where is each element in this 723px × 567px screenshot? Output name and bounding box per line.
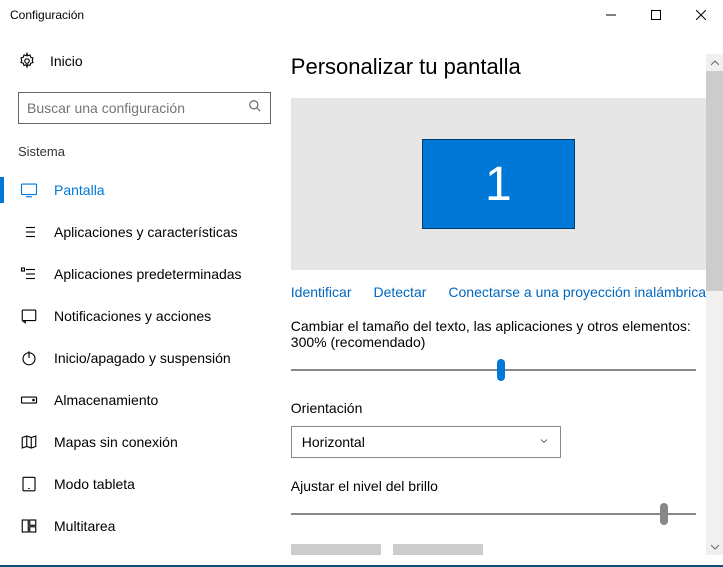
home-label: Inicio xyxy=(50,53,83,69)
apply-button[interactable]: Aplicar xyxy=(291,544,381,555)
chevron-down-icon xyxy=(538,434,550,450)
notification-icon xyxy=(20,307,38,325)
sidebar-item-label: Almacenamiento xyxy=(54,392,158,408)
sidebar-item-label: Inicio/apagado y suspensión xyxy=(54,350,231,366)
brightness-label: Ajustar el nivel del brillo xyxy=(291,478,706,494)
sidebar-item-storage[interactable]: Almacenamiento xyxy=(18,379,271,421)
slider-thumb[interactable] xyxy=(660,503,668,525)
wireless-link[interactable]: Conectarse a una proyección inalámbrica xyxy=(448,284,706,300)
search-field[interactable] xyxy=(27,100,248,116)
storage-icon xyxy=(20,391,38,409)
tablet-icon xyxy=(20,475,38,493)
slider-thumb[interactable] xyxy=(497,359,505,381)
list-icon xyxy=(20,223,38,241)
scale-label: Cambiar el tamaño del texto, las aplicac… xyxy=(291,318,706,350)
sidebar-item-maps[interactable]: Mapas sin conexión xyxy=(18,421,271,463)
titlebar: Configuración xyxy=(0,0,723,30)
multitask-icon xyxy=(20,517,38,535)
sidebar-item-label: Notificaciones y acciones xyxy=(54,308,211,324)
section-label: Sistema xyxy=(18,144,271,159)
sidebar-item-label: Mapas sin conexión xyxy=(54,434,178,450)
scroll-thumb[interactable] xyxy=(706,71,723,291)
page-title: Personalizar tu pantalla xyxy=(291,54,706,80)
gear-icon xyxy=(18,52,36,70)
close-button[interactable] xyxy=(678,0,723,30)
sidebar-item-multitask[interactable]: Multitarea xyxy=(18,505,271,547)
window-title: Configuración xyxy=(10,8,588,22)
monitor-thumbnail[interactable]: 1 xyxy=(422,139,575,229)
sidebar-item-notifications[interactable]: Notificaciones y acciones xyxy=(18,295,271,337)
scroll-down-icon[interactable] xyxy=(706,538,723,555)
home-button[interactable]: Inicio xyxy=(18,48,271,74)
sidebar: Inicio Sistema Pantalla Aplicaciones y c… xyxy=(0,30,281,565)
list-check-icon xyxy=(20,265,38,283)
search-input[interactable] xyxy=(18,92,271,124)
display-icon xyxy=(20,181,38,199)
sidebar-item-label: Multitarea xyxy=(54,518,115,534)
display-preview[interactable]: 1 xyxy=(291,98,706,270)
vertical-scrollbar[interactable] xyxy=(706,54,723,555)
sidebar-item-apps[interactable]: Aplicaciones y características xyxy=(18,211,271,253)
minimize-button[interactable] xyxy=(588,0,633,30)
scroll-up-icon[interactable] xyxy=(706,54,723,71)
sidebar-item-label: Modo tableta xyxy=(54,476,135,492)
scale-slider[interactable] xyxy=(291,360,696,380)
maximize-button[interactable] xyxy=(633,0,678,30)
identify-link[interactable]: Identificar xyxy=(291,284,352,300)
sidebar-item-label: Pantalla xyxy=(54,182,105,198)
cancel-button[interactable]: Cancelar xyxy=(393,544,483,555)
orientation-value: Horizontal xyxy=(302,434,365,450)
orientation-label: Orientación xyxy=(291,400,706,416)
sidebar-item-default-apps[interactable]: Aplicaciones predeterminadas xyxy=(18,253,271,295)
main-panel: Personalizar tu pantalla 1 Identificar D… xyxy=(281,30,723,565)
power-icon xyxy=(20,349,38,367)
search-icon xyxy=(248,99,262,118)
monitor-number: 1 xyxy=(485,157,512,212)
map-icon xyxy=(20,433,38,451)
sidebar-item-tablet[interactable]: Modo tableta xyxy=(18,463,271,505)
sidebar-item-label: Aplicaciones predeterminadas xyxy=(54,266,242,282)
sidebar-item-label: Aplicaciones y características xyxy=(54,224,238,240)
orientation-select[interactable]: Horizontal xyxy=(291,426,561,458)
sidebar-item-power[interactable]: Inicio/apagado y suspensión xyxy=(18,337,271,379)
detect-link[interactable]: Detectar xyxy=(373,284,426,300)
sidebar-item-pantalla[interactable]: Pantalla xyxy=(18,169,271,211)
brightness-slider[interactable] xyxy=(291,504,696,524)
